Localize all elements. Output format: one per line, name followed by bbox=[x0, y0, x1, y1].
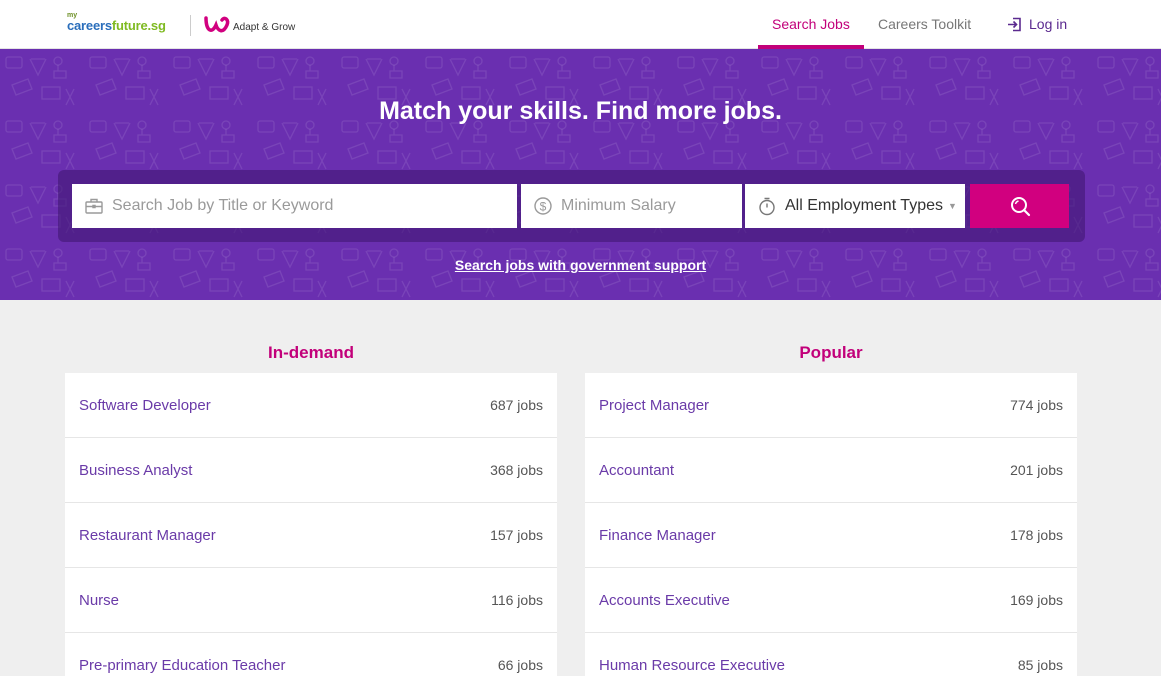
search-button[interactable] bbox=[970, 184, 1069, 228]
hero-title: Match your skills. Find more jobs. bbox=[379, 97, 782, 125]
job-title: Accounts Executive bbox=[599, 591, 730, 609]
job-title: Human Resource Executive bbox=[599, 656, 785, 674]
salary-input[interactable] bbox=[561, 197, 742, 215]
login-label: Log in bbox=[1029, 16, 1068, 32]
employment-type-select[interactable]: All Employment Types ▼ bbox=[745, 184, 965, 228]
job-title: Pre-primary Education Teacher bbox=[79, 656, 286, 674]
login-icon bbox=[1008, 17, 1021, 31]
logo-divider bbox=[190, 15, 191, 36]
popular-heading: Popular bbox=[799, 343, 863, 362]
job-title: Restaurant Manager bbox=[79, 526, 216, 544]
nav-search-jobs[interactable]: Search Jobs bbox=[772, 16, 850, 32]
list-item[interactable]: Pre-primary Education Teacher 66 jobs bbox=[65, 633, 557, 676]
job-title: Software Developer bbox=[79, 396, 211, 414]
hero-banner: Match your skills. Find more jobs. $ All… bbox=[0, 49, 1161, 300]
job-title: Project Manager bbox=[599, 396, 710, 414]
nav-login[interactable]: Log in bbox=[1007, 16, 1067, 32]
nav-careers-toolkit[interactable]: Careers Toolkit bbox=[878, 16, 971, 32]
list-item[interactable]: Finance Manager 178 jobs bbox=[585, 503, 1077, 568]
job-count: 687 jobs bbox=[490, 397, 543, 413]
job-title: Accountant bbox=[599, 461, 675, 479]
job-count: 169 jobs bbox=[1010, 592, 1063, 608]
adapt-grow-logo-icon[interactable] bbox=[203, 13, 231, 37]
job-count: 116 jobs bbox=[491, 592, 543, 608]
job-title: Nurse bbox=[79, 591, 120, 609]
job-count: 85 jobs bbox=[1017, 657, 1063, 673]
svg-text:$: $ bbox=[540, 200, 547, 214]
job-title: Finance Manager bbox=[599, 526, 716, 544]
list-item[interactable]: Accounts Executive 169 jobs bbox=[585, 568, 1077, 633]
keyword-field[interactable] bbox=[72, 184, 517, 228]
in-demand-list: Software Developer 687 jobs Business Ana… bbox=[65, 373, 557, 676]
list-item[interactable]: Human Resource Executive 85 jobs bbox=[585, 633, 1077, 676]
job-count: 178 jobs bbox=[1010, 527, 1063, 543]
list-item[interactable]: Software Developer 687 jobs bbox=[65, 373, 557, 438]
list-item[interactable]: Accountant 201 jobs bbox=[585, 438, 1077, 503]
job-title: Business Analyst bbox=[79, 461, 193, 479]
timer-icon bbox=[759, 197, 775, 216]
list-item[interactable]: Project Manager 774 jobs bbox=[585, 373, 1077, 438]
search-bar: $ All Employment Types ▼ bbox=[58, 170, 1085, 242]
list-item[interactable]: Restaurant Manager 157 jobs bbox=[65, 503, 557, 568]
salary-field[interactable]: $ bbox=[521, 184, 742, 228]
search-icon bbox=[1010, 197, 1030, 217]
logo-wordmark: careersfuture.sg bbox=[67, 18, 166, 33]
gov-support-link[interactable]: Search jobs with government support bbox=[0, 257, 1161, 273]
in-demand-heading: In-demand bbox=[268, 343, 354, 362]
keyword-input[interactable] bbox=[112, 197, 517, 215]
job-count: 368 jobs bbox=[490, 462, 543, 478]
job-count: 201 jobs bbox=[1010, 462, 1063, 478]
dollar-icon: $ bbox=[534, 197, 552, 215]
employment-type-value: All Employment Types bbox=[785, 197, 943, 214]
job-count: 66 jobs bbox=[497, 657, 543, 673]
briefcase-icon bbox=[85, 198, 103, 214]
chevron-down-icon: ▼ bbox=[948, 201, 957, 211]
top-header: my careersfuture.sg Adapt & Grow Search … bbox=[0, 0, 1161, 49]
adapt-grow-label: Adapt & Grow bbox=[233, 22, 296, 33]
popular-list: Project Manager 774 jobs Accountant 201 … bbox=[585, 373, 1077, 676]
list-item[interactable]: Nurse 116 jobs bbox=[65, 568, 557, 633]
job-count: 774 jobs bbox=[1010, 397, 1063, 413]
job-count: 157 jobs bbox=[490, 527, 543, 543]
list-item[interactable]: Business Analyst 368 jobs bbox=[65, 438, 557, 503]
